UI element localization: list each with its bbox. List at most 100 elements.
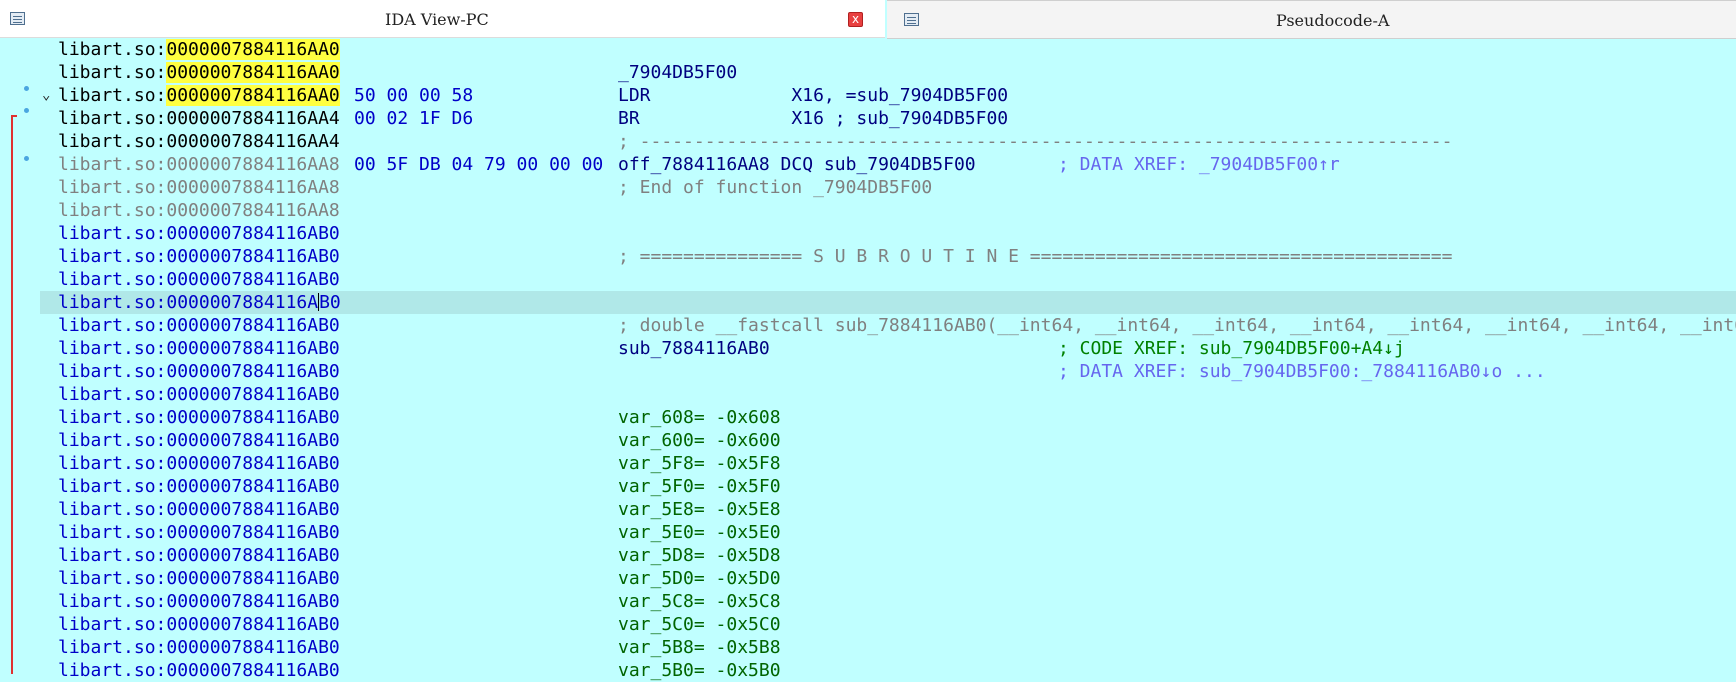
address[interactable]: libart.so:0000007884116AB0 — [58, 429, 340, 452]
instruction[interactable]: ; --------------------------------------… — [618, 130, 1452, 153]
instruction[interactable]: var_5C0= -0x5C0 — [618, 613, 781, 636]
instruction[interactable]: ; double __fastcall sub_7884116AB0(__int… — [618, 314, 1736, 337]
address[interactable]: libart.so:0000007884116AB0 — [58, 406, 340, 429]
address-hex: 0000007884116AB0 — [166, 338, 340, 359]
address[interactable]: libart.so:0000007884116AB0 — [58, 291, 341, 314]
listing-line[interactable]: libart.so:0000007884116AB0 ; DATA XREF: s… — [40, 360, 1736, 383]
listing-line[interactable]: libart.so:0000007884116AB0 — [40, 222, 1736, 245]
address[interactable]: libart.so:0000007884116AB0 — [58, 498, 340, 521]
instruction[interactable]: _7904DB5F00 — [618, 61, 737, 84]
address[interactable]: libart.so:0000007884116AB0 — [58, 452, 340, 475]
listing-line[interactable]: libart.so:0000007884116AB0 var_608= -0x60… — [40, 406, 1736, 429]
listing-line[interactable]: libart.so:0000007884116AB0 sub_7884116AB0… — [40, 337, 1736, 360]
instruction[interactable]: var_608= -0x608 — [618, 406, 781, 429]
address[interactable]: libart.so:0000007884116AB0 — [58, 383, 340, 406]
address[interactable]: libart.so:0000007884116AB0 — [58, 544, 340, 567]
disassembly-listing[interactable]: libart.so:0000007884116AA0 libart.so:0000… — [40, 38, 1736, 681]
listing-line[interactable]: libart.so:0000007884116AB0 — [40, 291, 1736, 314]
address[interactable]: libart.so:0000007884116AB0 — [58, 590, 340, 613]
xref-comment[interactable]: ; DATA XREF: sub_7904DB5F00:_7884116AB0↓… — [1058, 360, 1546, 383]
instruction[interactable]: var_600= -0x600 — [618, 429, 781, 452]
listing-line[interactable]: libart.so:0000007884116AB0 var_5E8= -0x5E… — [40, 498, 1736, 521]
instruction[interactable]: var_5B8= -0x5B8 — [618, 636, 781, 659]
close-icon[interactable]: x — [848, 12, 863, 27]
address[interactable]: libart.so:0000007884116AB0 — [58, 360, 340, 383]
listing-line[interactable]: libart.so:0000007884116AA8 ; End of funct… — [40, 176, 1736, 199]
instruction[interactable]: var_5C8= -0x5C8 — [618, 590, 781, 613]
listing-line[interactable]: libart.so:0000007884116AA4 ; ------------… — [40, 130, 1736, 153]
tab-pseudocode[interactable]: Pseudocode-A — [887, 0, 1736, 39]
segment-prefix: libart.so: — [58, 591, 167, 612]
address[interactable]: libart.so:0000007884116AB0 — [58, 314, 340, 337]
address[interactable]: libart.so:0000007884116AB0 — [58, 245, 340, 268]
instruction[interactable]: var_5B0= -0x5B0 — [618, 659, 781, 682]
address[interactable]: libart.so:0000007884116AB0 — [58, 475, 340, 498]
listing-line[interactable]: libart.so:0000007884116AB0 var_5C0= -0x5C… — [40, 613, 1736, 636]
xref-comment[interactable]: ; CODE XREF: sub_7904DB5F00+A4↓j — [1058, 337, 1405, 360]
address[interactable]: libart.so:0000007884116AB0 — [58, 613, 340, 636]
segment-prefix: libart.so: — [58, 476, 167, 497]
listing-line[interactable]: libart.so:0000007884116AA0 _7904DB5F00 — [40, 61, 1736, 84]
listing-line[interactable]: libart.so:0000007884116AB0 — [40, 383, 1736, 406]
instruction[interactable]: off_7884116AA8 DCQ sub_7904DB5F00 — [618, 153, 976, 176]
listing-line[interactable]: libart.so:0000007884116AB0 var_600= -0x60… — [40, 429, 1736, 452]
address[interactable]: libart.so:0000007884116AA4 — [58, 130, 340, 153]
address[interactable]: libart.so:0000007884116AB0 — [58, 567, 340, 590]
address[interactable]: libart.so:0000007884116AB0 — [58, 636, 340, 659]
listing-line[interactable]: libart.so:0000007884116AB0 var_5F0= -0x5F… — [40, 475, 1736, 498]
breakpoint-dot — [24, 156, 29, 161]
segment-prefix: libart.so: — [58, 430, 167, 451]
list-icon — [904, 13, 919, 26]
instruction[interactable]: sub_7884116AB0 — [618, 337, 770, 360]
instruction[interactable]: var_5D0= -0x5D0 — [618, 567, 781, 590]
listing-line[interactable]: libart.so:0000007884116AB0 — [40, 268, 1736, 291]
listing-line[interactable]: libart.so:0000007884116AB0 var_5C8= -0x5C… — [40, 590, 1736, 613]
instruction[interactable]: LDR X16, =sub_7904DB5F00 — [618, 84, 1008, 107]
collapse-icon[interactable]: ⌄ — [42, 84, 50, 107]
address[interactable]: libart.so:0000007884116AA0 — [58, 61, 340, 84]
address[interactable]: libart.so:0000007884116AA8 — [58, 199, 340, 222]
instruction[interactable]: var_5E0= -0x5E0 — [618, 521, 781, 544]
instruction[interactable]: var_5E8= -0x5E8 — [618, 498, 781, 521]
xref-comment[interactable]: ; DATA XREF: _7904DB5F00↑r — [1058, 153, 1340, 176]
instruction[interactable]: var_5F0= -0x5F0 — [618, 475, 781, 498]
instruction[interactable]: ; End of function _7904DB5F00 — [618, 176, 932, 199]
listing-line[interactable]: ⌄ libart.so:0000007884116AA0 50 00 00 58 LD… — [40, 84, 1736, 107]
listing-line[interactable]: libart.so:0000007884116AA0 — [40, 38, 1736, 61]
address-hex: 0000007884116AA4 — [166, 131, 340, 152]
instruction[interactable]: BR X16 ; sub_7904DB5F00 — [618, 107, 1008, 130]
segment-prefix: libart.so: — [58, 453, 167, 474]
listing-line[interactable]: libart.so:0000007884116AB0 var_5F8= -0x5F… — [40, 452, 1736, 475]
address[interactable]: libart.so:0000007884116AB0 — [58, 268, 340, 291]
address[interactable]: libart.so:0000007884116AA4 — [58, 107, 340, 130]
listing-line[interactable]: libart.so:0000007884116AB0 var_5B0= -0x5B… — [40, 659, 1736, 682]
address-hex: 0000007884116AA4 — [166, 108, 340, 129]
address-hex: 0000007884116AB0 — [166, 660, 340, 681]
segment-prefix: libart.so: — [58, 200, 167, 221]
address[interactable]: libart.so:0000007884116AB0 — [58, 222, 340, 245]
listing-line[interactable]: libart.so:0000007884116AB0 var_5D8= -0x5D… — [40, 544, 1736, 567]
listing-line[interactable]: libart.so:0000007884116AB0 var_5E0= -0x5E… — [40, 521, 1736, 544]
listing-line[interactable]: libart.so:0000007884116AA8 — [40, 199, 1736, 222]
listing-line[interactable]: libart.so:0000007884116AB0 ; double __fas… — [40, 314, 1736, 337]
instruction[interactable]: var_5F8= -0x5F8 — [618, 452, 781, 475]
segment-prefix: libart.so: — [58, 269, 167, 290]
listing-line[interactable]: libart.so:0000007884116AA4 00 02 1F D6 BR … — [40, 107, 1736, 130]
segment-prefix: libart.so: — [58, 499, 167, 520]
segment-prefix: libart.so: — [58, 62, 167, 83]
address[interactable]: libart.so:0000007884116AA8 — [58, 176, 340, 199]
instruction[interactable]: var_5D8= -0x5D8 — [618, 544, 781, 567]
listing-line[interactable]: libart.so:0000007884116AB0 var_5B8= -0x5B… — [40, 636, 1736, 659]
address[interactable]: libart.so:0000007884116AB0 — [58, 521, 340, 544]
address[interactable]: libart.so:0000007884116AA0 — [58, 84, 340, 107]
listing-line[interactable]: libart.so:0000007884116AB0 ; ============… — [40, 245, 1736, 268]
tab-ida-view[interactable]: IDA View-PC x — [0, 0, 885, 38]
address[interactable]: libart.so:0000007884116AB0 — [58, 337, 340, 360]
opcode-bytes: 00 5F DB 04 79 00 00 00 — [354, 154, 604, 175]
address[interactable]: libart.so:0000007884116AB0 — [58, 659, 340, 682]
address[interactable]: libart.so:0000007884116AA8 — [58, 153, 340, 176]
address[interactable]: libart.so:0000007884116AA0 — [58, 38, 340, 61]
listing-line[interactable]: libart.so:0000007884116AB0 var_5D0= -0x5D… — [40, 567, 1736, 590]
instruction[interactable]: ; =============== S U B R O U T I N E ==… — [618, 245, 1452, 268]
listing-line[interactable]: libart.so:0000007884116AA8 00 5F DB 04 79… — [40, 153, 1736, 176]
